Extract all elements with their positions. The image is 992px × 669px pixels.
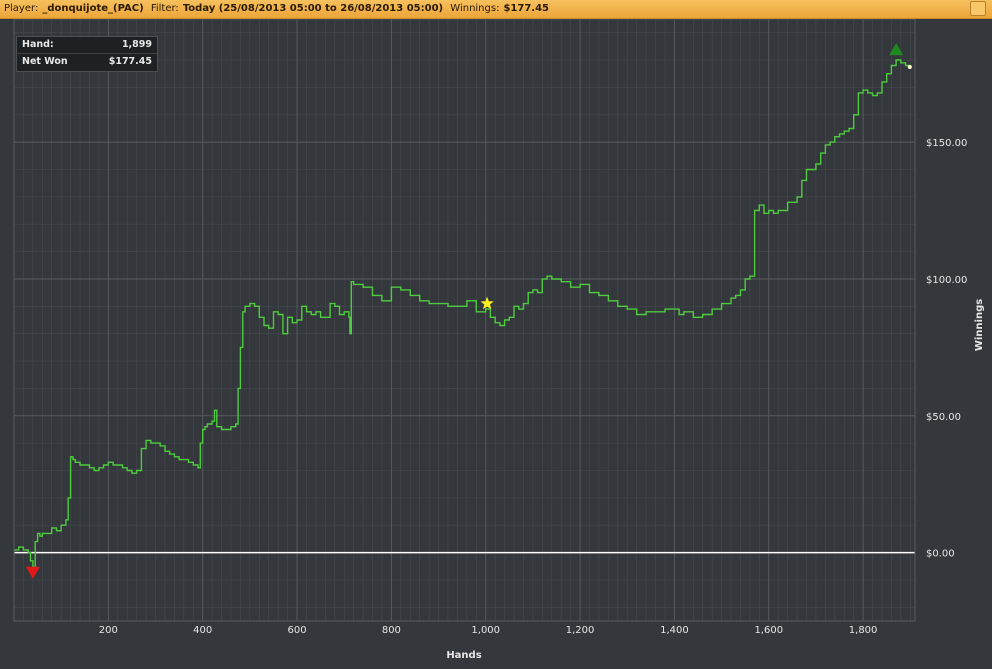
x-tick-label: 200	[99, 625, 118, 636]
hand-value: 1,899	[121, 39, 152, 50]
winnings-value: $177.45	[503, 3, 549, 14]
end-marker	[907, 65, 912, 70]
x-tick-label: 1,200	[566, 625, 595, 636]
filter-value: Today (25/08/2013 05:00 to 26/08/2013 05…	[182, 3, 444, 14]
min-marker	[25, 566, 40, 579]
y-axis-ticks: $0.00 $50.00 $100.00 $150.00	[926, 138, 967, 559]
minor-grid	[14, 19, 915, 621]
net-won-label: Net Won	[22, 56, 68, 67]
x-tick-label: 1,600	[754, 625, 783, 636]
player-label: Player:	[4, 3, 39, 14]
hand-label: Hand:	[22, 39, 54, 50]
y-tick-label: $50.00	[926, 412, 961, 423]
net-won-value: $177.45	[108, 56, 152, 67]
y-tick-label: $100.00	[926, 275, 967, 286]
winnings-chart[interactable]: 200 400 600 800 1,000 1,200 1,400 1,600 1,800 $0…	[0, 19, 992, 669]
x-tick-label: 400	[193, 625, 212, 636]
x-axis-ticks: 200 400 600 800 1,000 1,200 1,400 1,600 1,800	[99, 625, 878, 636]
y-tick-label: $0.00	[926, 549, 955, 560]
x-tick-label: 600	[287, 625, 306, 636]
x-axis-label: Hands	[446, 650, 481, 661]
y-tick-label: $150.00	[926, 138, 967, 149]
player-value: _donquijote_(PAC)	[42, 3, 144, 14]
x-tick-label: 1,800	[849, 625, 878, 636]
major-grid	[14, 19, 915, 621]
star-marker	[480, 296, 494, 310]
x-tick-label: 800	[382, 625, 401, 636]
winnings-label: Winnings:	[450, 3, 500, 14]
title-bar: Player: _donquijote_(PAC) Filter: Today (2…	[0, 0, 992, 19]
winnings-line	[14, 59, 911, 573]
y-axis-label: Winnings	[974, 299, 985, 351]
x-tick-label: 1,400	[660, 625, 689, 636]
filter-label: Filter:	[150, 3, 179, 14]
close-button[interactable]	[970, 1, 986, 16]
x-tick-label: 1,000	[471, 625, 500, 636]
plot-frame	[13, 19, 916, 622]
info-box: Hand: 1,899 Net Won $177.45	[16, 36, 158, 72]
